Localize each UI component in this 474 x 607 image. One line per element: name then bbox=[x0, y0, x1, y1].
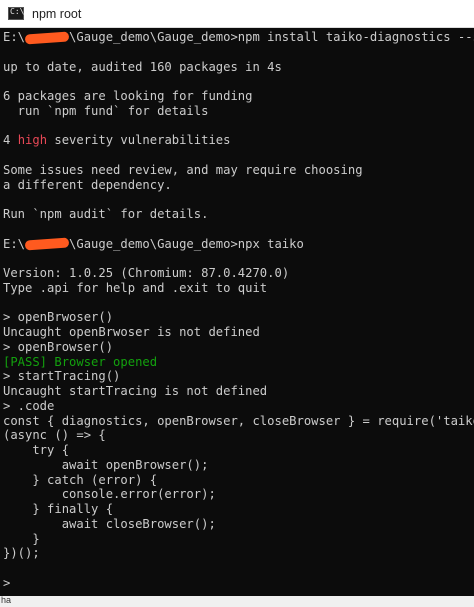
console-text: up to date, audited 160 packages in 4s bbox=[3, 59, 282, 74]
console-text: } bbox=[3, 531, 40, 546]
command-prompt-icon: C:\ bbox=[8, 7, 24, 20]
console-line: Type .api for help and .exit to quit bbox=[3, 281, 267, 296]
console-line: E:\ \Gauge_demo\Gauge_demo>npx taiko bbox=[3, 237, 304, 252]
console-line: E:\ \Gauge_demo\Gauge_demo>npm install ta… bbox=[3, 30, 474, 45]
console-text: E:\ bbox=[3, 236, 26, 251]
console-line: > openBrwoser() bbox=[3, 310, 113, 325]
console-text: \Gauge_demo\Gauge_demo>npx taiko bbox=[69, 236, 304, 251]
console-text: severity vulnerabilities bbox=[47, 133, 231, 148]
console-text: console.error(error); bbox=[3, 487, 216, 502]
console-line: 4 high severity vulnerabilities bbox=[3, 133, 230, 148]
console-text: > openBrowser() bbox=[3, 339, 114, 354]
console-text: [PASS] Browser opened bbox=[3, 354, 158, 369]
console-output[interactable]: E:\ \Gauge_demo\Gauge_demo>npm install ta… bbox=[0, 28, 474, 596]
redacted-path-mark bbox=[24, 237, 70, 251]
console-text: } catch (error) { bbox=[3, 472, 158, 487]
console-text: E:\ bbox=[3, 30, 26, 44]
console-line: a different dependency. bbox=[3, 178, 172, 193]
bottom-strip: ha bbox=[0, 595, 474, 607]
console-text: Type .api for help and .exit to quit bbox=[3, 280, 268, 295]
console-line: } bbox=[3, 531, 40, 547]
console-line: console.error(error); bbox=[3, 487, 216, 502]
console-line: Some issues need review, and may require… bbox=[3, 163, 363, 178]
console-line: Run `npm audit` for details. bbox=[3, 207, 208, 222]
console-line: Uncaught startTracing is not defined bbox=[3, 384, 267, 399]
console-text: Run `npm audit` for details. bbox=[3, 207, 209, 221]
bottom-strip-text: ha bbox=[1, 595, 12, 605]
console-text: > bbox=[3, 575, 11, 590]
console-line: 6 packages are looking for funding bbox=[3, 89, 252, 104]
redacted-path-mark bbox=[24, 30, 70, 45]
console-text: })(); bbox=[3, 546, 40, 561]
console-text: Uncaught startTracing is not defined bbox=[3, 384, 268, 398]
console-line: } finally { bbox=[3, 502, 113, 517]
console-text: await closeBrowser(); bbox=[3, 516, 216, 531]
console-text: high bbox=[17, 133, 48, 148]
window-title: npm root bbox=[32, 7, 82, 21]
console-line: > startTracing() bbox=[3, 369, 120, 384]
console-line: await closeBrowser(); bbox=[3, 517, 216, 532]
console-line: Version: 1.0.25 (Chromium: 87.0.4270.0) bbox=[3, 266, 289, 281]
console-line: await openBrowser(); bbox=[3, 457, 209, 473]
console-text: (async () => { bbox=[3, 428, 106, 443]
window-titlebar[interactable]: C:\ npm root bbox=[0, 0, 474, 28]
console-line: up to date, audited 160 packages in 4s bbox=[3, 60, 282, 75]
console-text: Uncaught openBrwoser is not defined bbox=[3, 325, 260, 339]
console-text: const { diagnostics, openBrowser, closeB… bbox=[3, 413, 474, 428]
console-line: try { bbox=[3, 443, 69, 458]
console-text: > .code bbox=[3, 398, 55, 413]
console-line: Uncaught openBrwoser is not defined bbox=[3, 325, 260, 340]
command-prompt-glyph: C:\ bbox=[10, 7, 25, 16]
console-line: > openBrowser() bbox=[3, 340, 113, 355]
console-line: (async () => { bbox=[3, 428, 106, 443]
console-text: run `npm fund` for details bbox=[3, 103, 209, 118]
console-text: 4 bbox=[3, 133, 18, 148]
console-line: const { diagnostics, openBrowser, closeB… bbox=[3, 414, 474, 429]
console-text: Version: 1.0.25 (Chromium: 87.0.4270.0) bbox=[3, 266, 290, 280]
console-text: try { bbox=[3, 443, 70, 457]
console-line: } catch (error) { bbox=[3, 473, 157, 488]
console-text: > startTracing() bbox=[3, 369, 121, 384]
console-text: Some issues need review, and may require… bbox=[3, 162, 363, 177]
console-text: \Gauge_demo\Gauge_demo>npm install taiko… bbox=[69, 30, 474, 44]
console-text: a different dependency. bbox=[3, 177, 172, 192]
console-line: [PASS] Browser opened bbox=[3, 355, 157, 370]
console-text: > openBrwoser() bbox=[3, 310, 114, 325]
console-line: > .code bbox=[3, 399, 54, 414]
console-line: run `npm fund` for details bbox=[3, 103, 209, 119]
console-line: > bbox=[3, 576, 10, 591]
console-text: 6 packages are looking for funding bbox=[3, 89, 253, 103]
console-text: await openBrowser(); bbox=[3, 457, 209, 472]
console-line: })(); bbox=[3, 546, 40, 561]
console-text: } finally { bbox=[3, 502, 114, 516]
